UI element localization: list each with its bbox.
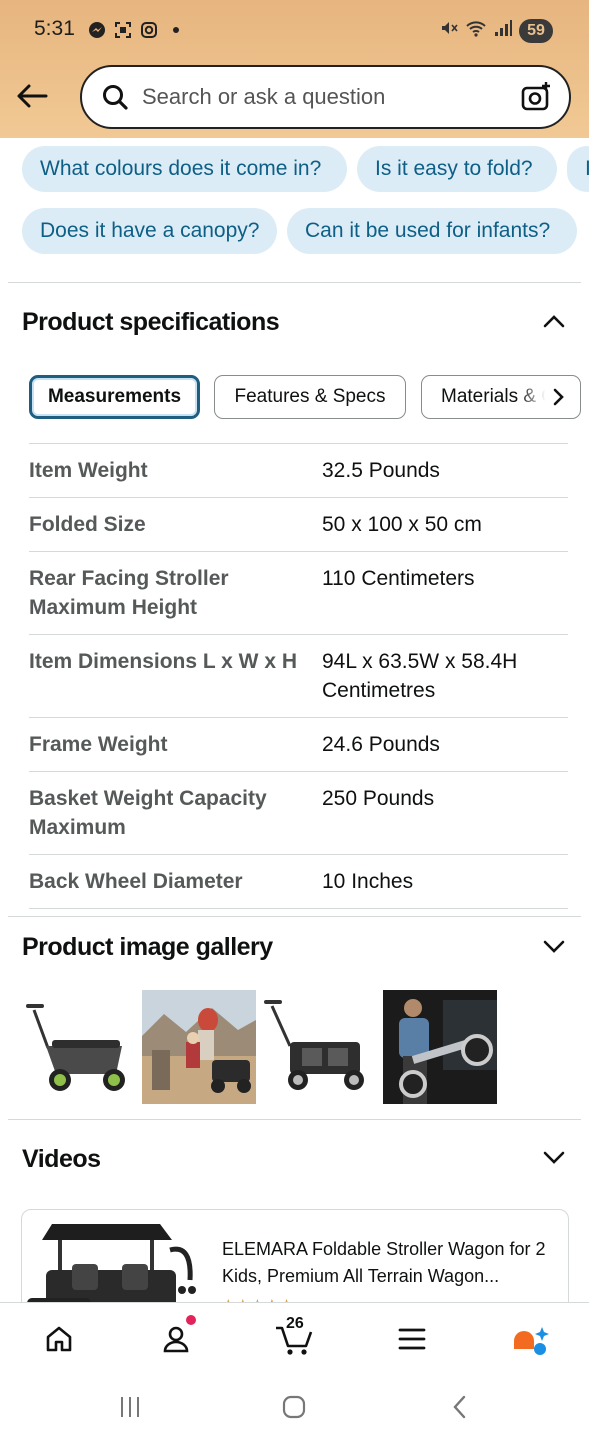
spec-label: Rear Facing Stroller Maximum Height — [29, 567, 229, 619]
question-chip-canopy[interactable]: Does it have a canopy? — [22, 208, 277, 254]
gallery-thumbnail-family-outdoors[interactable] — [142, 990, 256, 1104]
arrow-left-icon — [17, 84, 48, 108]
nav-menu[interactable] — [390, 1317, 434, 1361]
nav-home[interactable] — [37, 1317, 81, 1361]
spec-label: Frame Weight — [29, 733, 168, 756]
search-bar[interactable]: Search or ask a question — [80, 65, 571, 129]
spec-label: Item Weight — [29, 459, 148, 482]
messenger-icon — [87, 20, 107, 40]
chevron-up-icon — [543, 315, 565, 328]
nav-cart[interactable]: 26 — [272, 1315, 316, 1361]
nav-rufus[interactable] — [508, 1317, 552, 1361]
tab-measurements[interactable]: Measurements — [29, 375, 200, 419]
gallery-thumbnail-stroller-front[interactable] — [262, 990, 376, 1104]
wifi-icon — [465, 18, 487, 43]
nav-account[interactable] — [154, 1315, 198, 1361]
table-row: Folded Size 50 x 100 x 50 cm — [29, 498, 568, 552]
home-circle-icon — [282, 1395, 306, 1419]
spec-value: 110 Centimeters — [322, 567, 475, 590]
expand-videos-button[interactable] — [539, 1143, 569, 1173]
app-header: 5:31 59 Search or ask a question — [0, 0, 589, 138]
recent-apps-icon — [121, 1397, 139, 1417]
table-row: Rear Facing Stroller Maximum Height 110 … — [29, 552, 568, 635]
more-notifications-dot — [173, 27, 179, 33]
home-system-button[interactable] — [274, 1392, 314, 1422]
table-row: Frame Weight 24.6 Pounds — [29, 718, 568, 772]
back-chevron-icon — [453, 1395, 466, 1419]
product-specifications-title: Product specifications — [22, 308, 280, 336]
table-row: Item Weight 32.5 Pounds — [29, 444, 568, 498]
spec-label: Item Dimensions L x W x H — [29, 650, 298, 673]
tabs-scroll-right-button[interactable] — [520, 378, 566, 416]
status-bar: 5:31 59 — [0, 0, 589, 60]
spec-value: 24.6 Pounds — [322, 733, 440, 756]
recent-apps-button[interactable] — [110, 1392, 150, 1422]
collapse-specifications-button[interactable] — [539, 306, 569, 336]
screen-record-icon — [113, 20, 133, 40]
search-input[interactable]: Search or ask a question — [142, 84, 519, 110]
spec-label: Back Wheel Diameter — [29, 870, 243, 893]
spec-value: 10 Inches — [322, 870, 414, 893]
mute-icon — [439, 18, 459, 43]
spec-value: 94L x 63.5W x 58.4H Centimetres — [322, 650, 518, 702]
spec-label: Folded Size — [29, 513, 146, 536]
videos-title: Videos — [22, 1145, 101, 1173]
menu-icon — [398, 1328, 426, 1350]
system-navigation-bar — [0, 1374, 589, 1440]
gallery-title: Product image gallery — [22, 933, 273, 961]
back-system-button[interactable] — [440, 1392, 480, 1422]
instagram-icon — [139, 20, 159, 40]
camera-lens-icon[interactable] — [519, 80, 553, 114]
gallery-thumbnail-man-loading[interactable] — [383, 990, 497, 1104]
chevron-right-icon — [553, 388, 564, 406]
spec-label: Basket Weight Capacity Maximum — [29, 787, 267, 839]
search-icon — [100, 82, 130, 112]
chevron-down-icon — [543, 940, 565, 953]
battery-indicator: 59 — [519, 18, 553, 43]
rufus-icon — [514, 1327, 549, 1355]
account-icon — [163, 1326, 189, 1353]
chevron-down-icon — [543, 1151, 565, 1164]
table-row: Back Wheel Diameter 10 Inches — [29, 855, 568, 909]
spec-value: 250 Pounds — [322, 787, 435, 810]
bottom-navigation: 26 — [0, 1302, 589, 1374]
signal-icon — [493, 18, 513, 43]
specifications-table: Item Weight 32.5 Pounds Folded Size 50 x… — [29, 443, 568, 909]
divider — [8, 916, 581, 917]
divider — [8, 1119, 581, 1120]
tab-features-specs[interactable]: Features & Specs — [214, 375, 406, 419]
notification-dot — [186, 1315, 196, 1325]
spec-value: 50 x 100 x 50 cm — [322, 513, 482, 536]
home-icon — [46, 1326, 72, 1352]
back-button[interactable] — [14, 78, 50, 114]
video-title: ELEMARA Foldable Stroller Wagon for 2 Ki… — [222, 1239, 546, 1286]
table-row: Basket Weight Capacity Maximum 250 Pound… — [29, 772, 568, 855]
divider — [8, 282, 581, 283]
status-time: 5:31 — [34, 17, 75, 40]
question-chip-partial[interactable]: I — [567, 146, 589, 192]
table-row: Item Dimensions L x W x H 94L x 63.5W x … — [29, 635, 568, 718]
spec-value: 32.5 Pounds — [322, 459, 440, 482]
question-chip-fold[interactable]: Is it easy to fold? — [357, 146, 557, 192]
question-chip-colours[interactable]: What colours does it come in? — [22, 146, 347, 192]
cart-count: 26 — [286, 1315, 304, 1332]
gallery-thumbnail-stroller-side[interactable] — [22, 990, 136, 1104]
question-chip-infants[interactable]: Can it be used for infants? — [287, 208, 577, 254]
expand-gallery-button[interactable] — [539, 932, 569, 962]
